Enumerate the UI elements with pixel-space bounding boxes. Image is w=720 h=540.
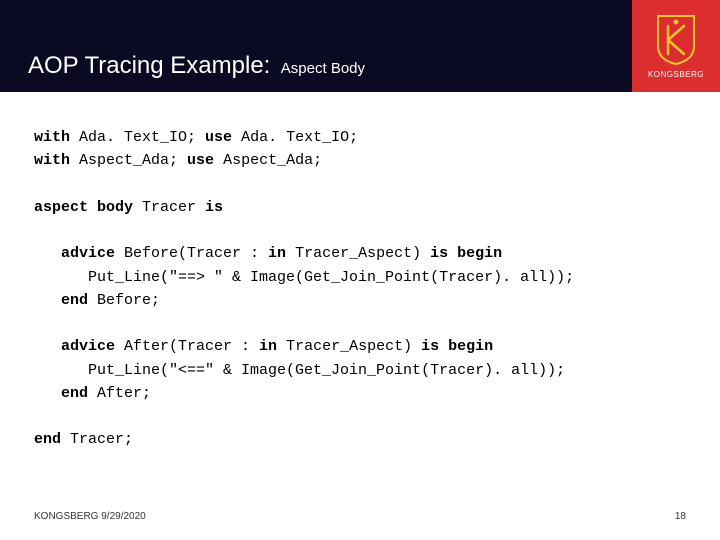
brand-text: KONGSBERG <box>648 70 704 79</box>
kw-in: in <box>268 245 286 262</box>
kw-end: end <box>34 385 88 402</box>
kw-advice: advice <box>34 245 115 262</box>
code-text: Put_Line("<==" & Image(Get_Join_Point(Tr… <box>34 362 565 379</box>
code-text: Put_Line("==> " & Image(Get_Join_Point(T… <box>34 269 574 286</box>
code-text: After; <box>88 385 151 402</box>
brand-logo: KONGSBERG <box>632 0 720 92</box>
code-text: Aspect_Ada; <box>70 152 187 169</box>
crest-icon <box>654 14 698 66</box>
kw-with: with <box>34 129 70 146</box>
code-text: Tracer_Aspect) <box>277 338 421 355</box>
kw-is-begin: is begin <box>430 245 502 262</box>
kw-is-begin: is begin <box>421 338 493 355</box>
kw-use: use <box>205 129 232 146</box>
slide-title: AOP Tracing Example: Aspect Body <box>28 52 365 80</box>
code-text: Ada. Text_IO; <box>70 129 205 146</box>
title-bar: AOP Tracing Example: Aspect Body KONGSBE… <box>0 0 720 92</box>
code-block: with Ada. Text_IO; use Ada. Text_IO; wit… <box>34 126 686 452</box>
footer-left: KONGSBERG 9/29/2020 <box>34 511 146 522</box>
code-area: with Ada. Text_IO; use Ada. Text_IO; wit… <box>0 92 720 452</box>
kw-with: with <box>34 152 70 169</box>
page-number: 18 <box>675 511 686 522</box>
code-text: Ada. Text_IO; <box>232 129 358 146</box>
kw-advice: advice <box>34 338 115 355</box>
kw-end: end <box>34 292 88 309</box>
kw-is: is <box>205 199 223 216</box>
code-text: Tracer; <box>61 431 133 448</box>
kw-end: end <box>34 431 61 448</box>
kw-in: in <box>259 338 277 355</box>
code-text: After(Tracer : <box>115 338 259 355</box>
code-text: Tracer_Aspect) <box>286 245 430 262</box>
code-text: Tracer <box>133 199 205 216</box>
code-text: Before(Tracer : <box>115 245 268 262</box>
title-main: AOP Tracing Example: <box>28 52 270 79</box>
title-subtitle: Aspect Body <box>281 60 365 77</box>
footer: KONGSBERG 9/29/2020 18 <box>34 511 686 522</box>
kw-use: use <box>187 152 214 169</box>
code-text: Aspect_Ada; <box>214 152 322 169</box>
kw-aspect-body: aspect body <box>34 199 133 216</box>
code-text: Before; <box>88 292 160 309</box>
